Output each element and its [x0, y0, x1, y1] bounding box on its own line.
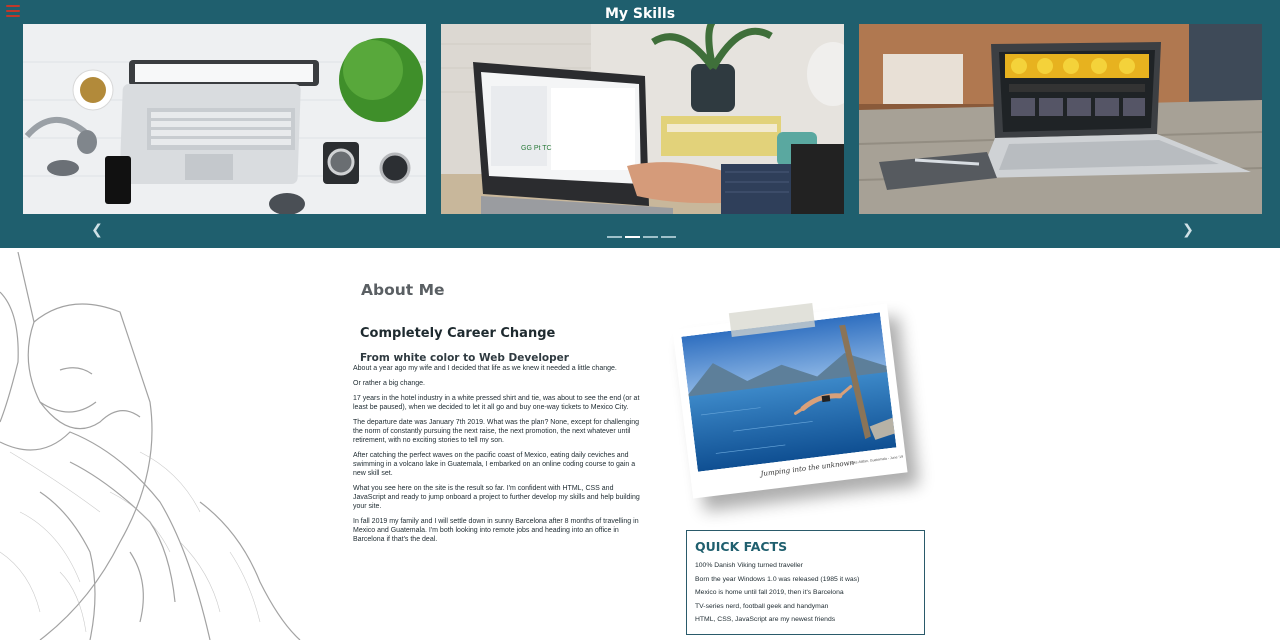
- quick-facts-list: 100% Danish Viking turned traveller Born…: [695, 561, 859, 629]
- chevron-left-icon: ❮: [91, 222, 103, 238]
- page-title: My Skills: [604, 6, 676, 22]
- quick-fact-item: HTML, CSS, JavaScript are my newest frie…: [695, 616, 836, 623]
- quick-facts-title: QUICK FACTS: [695, 539, 788, 554]
- carousel-indicator-4[interactable]: [661, 236, 676, 238]
- polaroid-photo: Jumping into the unknown Lake Atitlan, G…: [672, 302, 932, 512]
- story-paragraph: In fall 2019 my family and I will settle…: [353, 518, 639, 543]
- career-change-heading: Completely Career Change: [360, 326, 556, 341]
- polaroid-frame: Jumping into the unknown Lake Atitlan, G…: [672, 303, 908, 499]
- story-paragraph: What you see here on the site is the res…: [353, 485, 640, 510]
- carousel-slide-typing-laptop[interactable]: GG Pt TC: [441, 24, 844, 214]
- quick-fact-item: Mexico is home until fall 2019, then it'…: [695, 589, 844, 596]
- carousel-slide-wooden-table[interactable]: [859, 24, 1262, 214]
- about-heading: About Me: [361, 281, 445, 299]
- carousel-indicator-1[interactable]: [607, 236, 622, 238]
- polaroid-location-caption: Lake Atitlan, Guatemala - June '19: [849, 454, 904, 466]
- about-story: About a year ago my wife and I decided t…: [353, 364, 645, 550]
- carousel-indicators: [607, 236, 676, 239]
- lake-jump-photo: [681, 312, 897, 472]
- chevron-right-icon: ❯: [1182, 222, 1194, 238]
- quick-facts-box: QUICK FACTS 100% Danish Viking turned tr…: [686, 530, 925, 635]
- carousel-slide-laptop-desk[interactable]: [23, 24, 426, 214]
- carousel-prev-button[interactable]: ❮: [89, 222, 105, 238]
- typing-laptop-image: GG Pt TC: [441, 24, 844, 214]
- quick-fact-item: TV-series nerd, football geek and handym…: [695, 602, 829, 610]
- story-paragraph: Or rather a big change.: [353, 380, 425, 387]
- quick-fact-item: 100% Danish Viking turned traveller: [695, 562, 803, 569]
- quick-fact-item: Born the year Windows 1.0 was released (…: [695, 575, 860, 583]
- carousel-indicator-3[interactable]: [643, 236, 658, 238]
- story-paragraph: 17 years in the hotel industry in a whit…: [353, 395, 640, 411]
- skills-carousel-header: My Skills GG Pt TC ❮ ❯: [0, 0, 1280, 248]
- career-change-tagline: From white color to Web Developer: [360, 352, 569, 364]
- story-paragraph: After catching the perfect waves on the …: [353, 452, 636, 477]
- carousel-indicator-2[interactable]: [625, 236, 640, 238]
- batman-sketch-illustration: [0, 251, 320, 640]
- story-paragraph: About a year ago my wife and I decided t…: [353, 365, 617, 372]
- carousel-next-button[interactable]: ❯: [1180, 222, 1196, 238]
- wooden-table-laptop-image: [859, 24, 1262, 214]
- story-paragraph: The departure date was January 7th 2019.…: [353, 419, 640, 444]
- laptop-desk-image: [23, 24, 426, 214]
- svg-text:GG Pt TC: GG Pt TC: [521, 145, 552, 152]
